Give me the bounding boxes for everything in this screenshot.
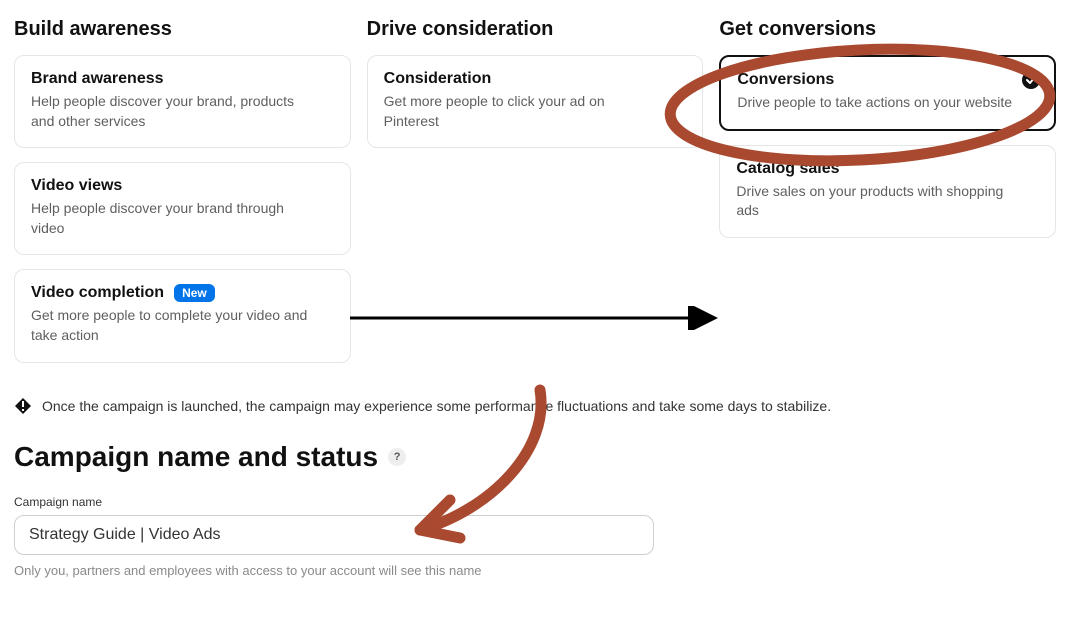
info-text: Once the campaign is launched, the campa…: [42, 398, 831, 414]
card-desc: Drive sales on your products with shoppi…: [736, 182, 1016, 221]
new-badge: New: [174, 284, 215, 302]
column-heading: Build awareness: [14, 18, 351, 41]
card-consideration[interactable]: Consideration Get more people to click y…: [367, 55, 704, 148]
card-title: Catalog sales: [736, 160, 1039, 178]
card-desc: Get more people to complete your video a…: [31, 306, 311, 345]
info-icon: [14, 397, 32, 415]
card-conversions[interactable]: Conversions Drive people to take actions…: [719, 55, 1056, 131]
card-title: Conversions: [737, 71, 1038, 89]
checkmark-icon: [1022, 71, 1040, 89]
campaign-name-help: Only you, partners and employees with ac…: [14, 563, 1056, 578]
column-build-awareness: Build awareness Brand awareness Help peo…: [14, 18, 351, 377]
section-heading-row: Campaign name and status ?: [14, 441, 1056, 473]
help-icon[interactable]: ?: [388, 448, 406, 466]
card-desc: Drive people to take actions on your web…: [737, 93, 1017, 113]
card-title-text: Video completion: [31, 284, 164, 302]
card-title: Video completion New: [31, 284, 334, 302]
section-heading: Campaign name and status: [14, 441, 378, 473]
objective-columns: Build awareness Brand awareness Help peo…: [14, 18, 1056, 377]
column-heading: Get conversions: [719, 18, 1056, 41]
card-desc: Help people discover your brand through …: [31, 199, 311, 238]
card-title: Brand awareness: [31, 70, 334, 88]
card-video-views[interactable]: Video views Help people discover your br…: [14, 162, 351, 255]
card-desc: Get more people to click your ad on Pint…: [384, 92, 664, 131]
column-heading: Drive consideration: [367, 18, 704, 41]
card-desc: Help people discover your brand, product…: [31, 92, 311, 131]
campaign-name-input[interactable]: [14, 515, 654, 555]
card-video-completion[interactable]: Video completion New Get more people to …: [14, 269, 351, 362]
column-drive-consideration: Drive consideration Consideration Get mo…: [367, 18, 704, 377]
column-get-conversions: Get conversions Conversions Drive people…: [719, 18, 1056, 377]
card-title: Consideration: [384, 70, 687, 88]
campaign-name-label: Campaign name: [14, 495, 1056, 509]
card-brand-awareness[interactable]: Brand awareness Help people discover you…: [14, 55, 351, 148]
card-title: Video views: [31, 177, 334, 195]
info-banner: Once the campaign is launched, the campa…: [14, 397, 1056, 415]
card-catalog-sales[interactable]: Catalog sales Drive sales on your produc…: [719, 145, 1056, 238]
campaign-name-field: Campaign name Only you, partners and emp…: [14, 495, 1056, 578]
